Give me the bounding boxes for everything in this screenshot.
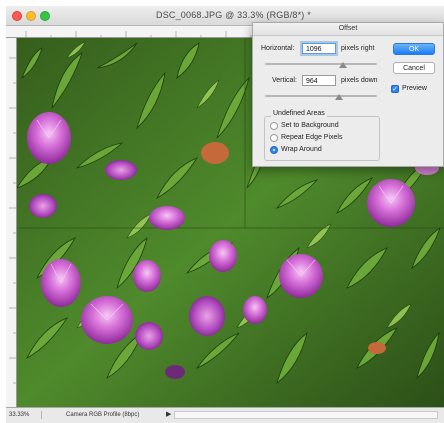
dialog-title: Offset bbox=[253, 23, 443, 36]
horizontal-offset-input[interactable]: 1096 bbox=[302, 43, 336, 54]
offset-dialog: Offset Horizontal: 1096 pixels right Ver… bbox=[252, 22, 444, 167]
zoom-window-button[interactable] bbox=[40, 11, 50, 21]
wrap-around-label: Wrap Around bbox=[281, 146, 322, 153]
horizontal-label: Horizontal: bbox=[261, 45, 295, 52]
status-menu-arrow-icon[interactable]: ▶ bbox=[166, 410, 171, 418]
vertical-unit-label: pixels down bbox=[341, 77, 378, 84]
wrap-around-radio[interactable] bbox=[270, 146, 278, 154]
cancel-button[interactable]: Cancel bbox=[393, 62, 435, 74]
repeat-edge-pixels-label: Repeat Edge Pixels bbox=[281, 134, 343, 141]
status-bar: 33.33% Camera RGB Profile (8bpc) ▶ bbox=[6, 407, 444, 423]
vertical-slider-thumb[interactable] bbox=[335, 94, 343, 100]
vertical-offset-input[interactable]: 964 bbox=[302, 75, 336, 86]
zoom-level-field[interactable]: 33.33% bbox=[9, 411, 42, 419]
horizontal-slider-thumb[interactable] bbox=[339, 62, 347, 68]
left-ruler[interactable] bbox=[6, 38, 17, 407]
document-title: DSC_0068.JPG @ 33.3% (RGB/8*) * bbox=[156, 10, 311, 20]
document-profile-info: Camera RGB Profile (8bpc) bbox=[66, 412, 140, 418]
horizontal-scrollbar[interactable] bbox=[174, 411, 438, 419]
vertical-label: Vertical: bbox=[272, 77, 297, 84]
set-to-background-label: Set to Background bbox=[281, 122, 339, 129]
preview-label: Preview bbox=[402, 85, 427, 92]
vertical-slider[interactable] bbox=[265, 95, 377, 97]
horizontal-slider[interactable] bbox=[265, 63, 377, 65]
checkmark-icon: ✓ bbox=[392, 86, 398, 93]
undefined-areas-title: Undefined Areas bbox=[271, 110, 327, 117]
minimize-window-button[interactable] bbox=[26, 11, 36, 21]
close-window-button[interactable] bbox=[12, 11, 22, 21]
preview-checkbox[interactable]: ✓ bbox=[391, 85, 399, 93]
repeat-edge-pixels-radio[interactable] bbox=[270, 134, 278, 142]
set-to-background-radio[interactable] bbox=[270, 122, 278, 130]
horizontal-unit-label: pixels right bbox=[341, 45, 375, 52]
left-ruler-ticks bbox=[9, 57, 17, 384]
ok-button[interactable]: OK bbox=[393, 43, 435, 55]
